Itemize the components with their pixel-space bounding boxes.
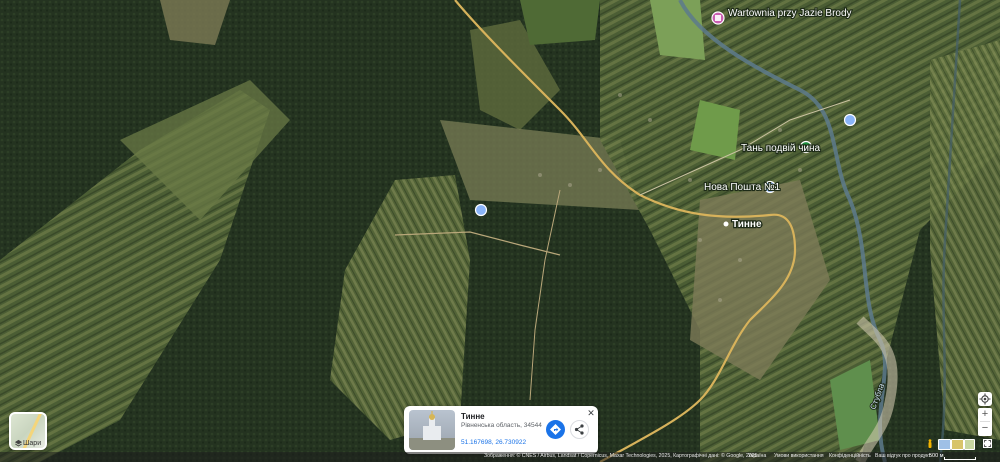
satellite-map[interactable]: Wartownia przy Jazie Brody Тань подвій ч… <box>0 0 1000 462</box>
my-location-icon <box>979 393 991 405</box>
footer-link-terms[interactable]: Умови використання <box>774 453 824 459</box>
place-region: Рівненська область, 34544 <box>461 422 542 429</box>
fullscreen-icon[interactable] <box>983 439 992 448</box>
zoom-out-button[interactable]: − <box>978 422 992 435</box>
footer-link-feedback[interactable]: Ваш відгук про продукт <box>875 453 931 459</box>
poi-label-shop: Тань подвій чина <box>741 143 821 154</box>
village-label: Тинне <box>732 219 762 230</box>
layers-label: Шари <box>23 440 42 447</box>
place-info-card[interactable]: Тинне Рівненська область, 34544 51.16769… <box>404 406 598 454</box>
map-type-thumb-3[interactable] <box>964 439 975 450</box>
close-card-button[interactable]: ✕ <box>586 408 596 418</box>
pegman-icon[interactable] <box>927 439 933 448</box>
map-type-thumb-1[interactable] <box>938 439 951 450</box>
share-icon <box>574 424 584 435</box>
directions-button[interactable] <box>546 420 565 439</box>
map-type-thumb-2[interactable] <box>951 439 964 450</box>
my-location-button[interactable] <box>978 392 992 406</box>
zoom-in-button[interactable]: + <box>978 408 992 421</box>
attribution-text: Зображення: © CNES / Airbus, Landsat / C… <box>484 453 758 459</box>
share-button[interactable] <box>570 420 589 439</box>
place-thumbnail[interactable] <box>409 410 455 450</box>
place-title: Тинне <box>461 412 485 421</box>
place-coordinates[interactable]: 51.167698, 26.730922 <box>461 439 526 446</box>
footer-link-country[interactable]: Україна <box>748 453 766 459</box>
footer-link-privacy[interactable]: Конфіденційність <box>829 453 871 459</box>
layers-icon <box>14 439 23 447</box>
poi-label-post-office: Нова Пошта №1 <box>704 182 781 193</box>
village-marker[interactable] <box>723 221 729 227</box>
poi-marker-wartownia[interactable] <box>711 11 725 25</box>
directions-icon <box>550 424 561 435</box>
poi-marker-church-right[interactable] <box>843 113 857 127</box>
church-photo-icon <box>409 411 455 450</box>
scale-bar <box>944 457 976 460</box>
poi-marker-church-left[interactable] <box>474 203 488 217</box>
zoom-control: + − <box>978 408 992 436</box>
scale-label: 500 м <box>929 453 944 459</box>
layers-button[interactable]: Шари <box>9 412 47 450</box>
poi-label-wartownia-line1: Wartownia przy Jazie Brody <box>728 8 852 19</box>
